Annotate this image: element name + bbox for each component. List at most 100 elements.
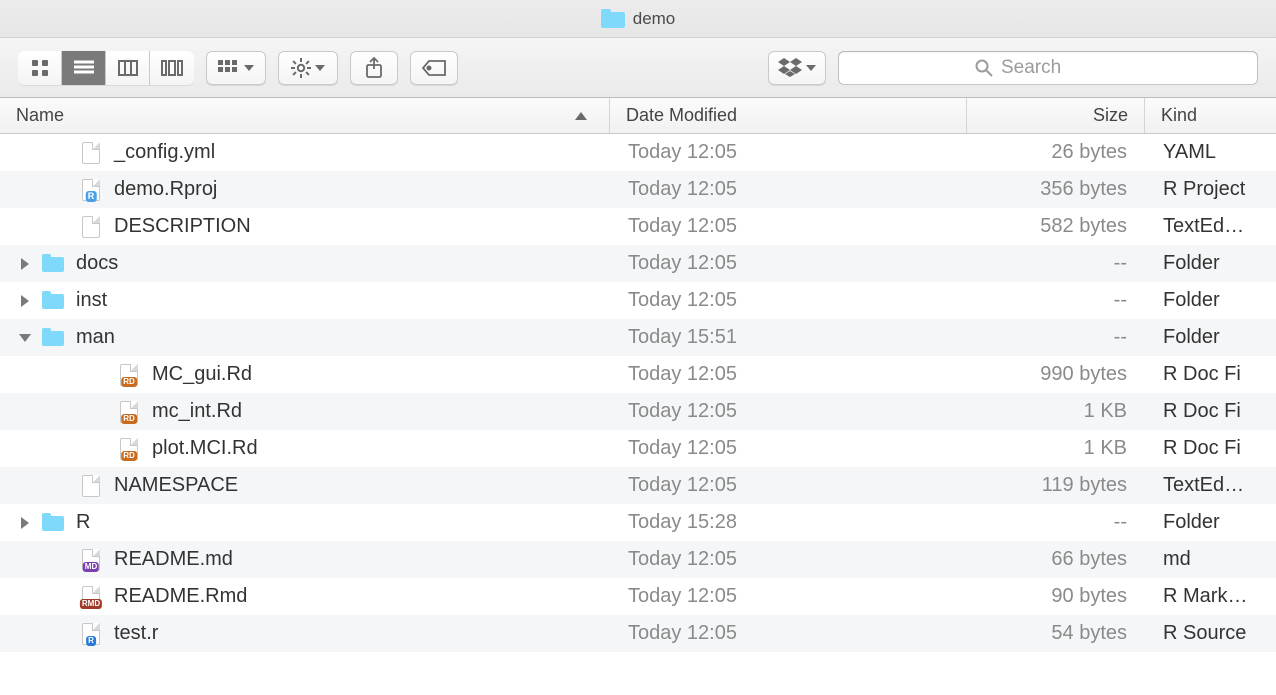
file-date: Today 12:05 [610, 437, 967, 460]
search-icon [975, 59, 993, 77]
file-size: 990 bytes [967, 363, 1145, 386]
file-row[interactable]: NAMESPACE Today 12:05119 bytesTextEd… [0, 467, 1276, 504]
file-size: 119 bytes [967, 474, 1145, 497]
tags-button[interactable] [410, 51, 458, 85]
action-menu-button[interactable] [278, 51, 338, 85]
column-label: Date Modified [626, 105, 737, 126]
file-row[interactable]: MDREADME.mdToday 12:0566 bytesmd [0, 541, 1276, 578]
column-label: Name [16, 105, 64, 126]
view-gallery-button[interactable] [150, 51, 194, 85]
file-name: _config.yml [114, 141, 215, 164]
file-row[interactable]: RToday 15:28--Folder [0, 504, 1276, 541]
file-kind: R Doc Fi [1145, 363, 1276, 386]
file-size: -- [967, 289, 1145, 312]
chevron-down-icon [806, 65, 816, 71]
window-titlebar: demo [0, 0, 1276, 38]
file-size: 1 KB [967, 400, 1145, 423]
file-size: 582 bytes [967, 215, 1145, 238]
file-kind: TextEd… [1145, 474, 1276, 497]
file-list: _config.ymlToday 12:0526 bytesYAML Rdemo.… [0, 134, 1276, 652]
column-header-kind[interactable]: Kind [1145, 98, 1276, 133]
view-list-button[interactable] [62, 51, 106, 85]
file-kind: TextEd… [1145, 215, 1276, 238]
file-date: Today 12:05 [610, 585, 967, 608]
file-size: 356 bytes [967, 178, 1145, 201]
file-kind: R Source [1145, 622, 1276, 645]
file-name: mc_int.Rd [152, 400, 242, 423]
file-row[interactable]: RDMC_gui.RdToday 12:05990 bytesR Doc Fi [0, 356, 1276, 393]
share-icon [365, 57, 383, 79]
file-kind: Folder [1145, 326, 1276, 349]
file-kind: R Doc Fi [1145, 437, 1276, 460]
file-icon: RD [116, 399, 142, 425]
file-date: Today 12:05 [610, 363, 967, 386]
file-row[interactable]: Rtest.rToday 12:0554 bytesR Source [0, 615, 1276, 652]
column-header-date[interactable]: Date Modified [610, 98, 967, 133]
file-row[interactable]: _config.ymlToday 12:0526 bytesYAML [0, 134, 1276, 171]
file-name: demo.Rproj [114, 178, 217, 201]
file-size: -- [967, 326, 1145, 349]
folder-icon [40, 510, 66, 536]
file-name: plot.MCI.Rd [152, 437, 258, 460]
view-columns-button[interactable] [106, 51, 150, 85]
file-row[interactable]: RDmc_int.RdToday 12:051 KBR Doc Fi [0, 393, 1276, 430]
file-date: Today 15:51 [610, 326, 967, 349]
folder-icon [40, 251, 66, 277]
dropbox-icon [778, 58, 802, 78]
view-icons-button[interactable] [18, 51, 62, 85]
file-date: Today 12:05 [610, 548, 967, 571]
sort-ascending-icon [575, 112, 587, 120]
group-by-button[interactable] [206, 51, 266, 85]
column-header-name[interactable]: Name [0, 98, 610, 133]
file-icon: RD [116, 362, 142, 388]
file-kind: Folder [1145, 511, 1276, 534]
chevron-down-icon [315, 65, 325, 71]
search-field[interactable] [838, 51, 1258, 85]
file-size: 66 bytes [967, 548, 1145, 571]
file-date: Today 12:05 [610, 252, 967, 275]
file-icon [78, 140, 104, 166]
file-name: NAMESPACE [114, 474, 238, 497]
file-name: man [76, 326, 115, 349]
file-row[interactable]: DESCRIPTIONToday 12:05582 bytesTextEd… [0, 208, 1276, 245]
file-row[interactable]: RMDREADME.RmdToday 12:0590 bytesR Mark… [0, 578, 1276, 615]
file-icon: RD [116, 436, 142, 462]
file-size: 54 bytes [967, 622, 1145, 645]
file-row[interactable]: Rdemo.RprojToday 12:05356 bytesR Project [0, 171, 1276, 208]
file-name: README.Rmd [114, 585, 247, 608]
file-name: DESCRIPTION [114, 215, 251, 238]
file-kind: R Project [1145, 178, 1276, 201]
file-row[interactable]: man Today 15:51--Folder [0, 319, 1276, 356]
column-header-size[interactable]: Size [967, 98, 1145, 133]
search-input[interactable] [1001, 57, 1121, 79]
disclosure-triangle[interactable] [16, 258, 34, 270]
file-name: R [76, 511, 90, 534]
file-name: test.r [114, 622, 158, 645]
file-kind: R Doc Fi [1145, 400, 1276, 423]
view-mode-group [18, 51, 194, 85]
file-date: Today 12:05 [610, 178, 967, 201]
gear-icon [291, 58, 311, 78]
folder-icon [601, 9, 625, 28]
file-icon: R [78, 621, 104, 647]
file-row[interactable]: instToday 12:05--Folder [0, 282, 1276, 319]
folder-icon [40, 325, 66, 351]
dropbox-button[interactable] [768, 51, 826, 85]
disclosure-triangle[interactable] [16, 334, 34, 342]
window-title: demo [633, 9, 676, 29]
file-size: 90 bytes [967, 585, 1145, 608]
share-button[interactable] [350, 51, 398, 85]
column-label: Kind [1161, 105, 1197, 126]
disclosure-triangle[interactable] [16, 295, 34, 307]
file-row[interactable]: docsToday 12:05--Folder [0, 245, 1276, 282]
file-kind: Folder [1145, 289, 1276, 312]
file-icon [78, 473, 104, 499]
file-icon: RMD [78, 584, 104, 610]
group-by-icon [218, 60, 240, 76]
file-date: Today 12:05 [610, 474, 967, 497]
file-date: Today 15:28 [610, 511, 967, 534]
disclosure-triangle[interactable] [16, 517, 34, 529]
file-row[interactable]: RDplot.MCI.RdToday 12:051 KBR Doc Fi [0, 430, 1276, 467]
column-headers: Name Date Modified Size Kind [0, 98, 1276, 134]
folder-icon [40, 288, 66, 314]
